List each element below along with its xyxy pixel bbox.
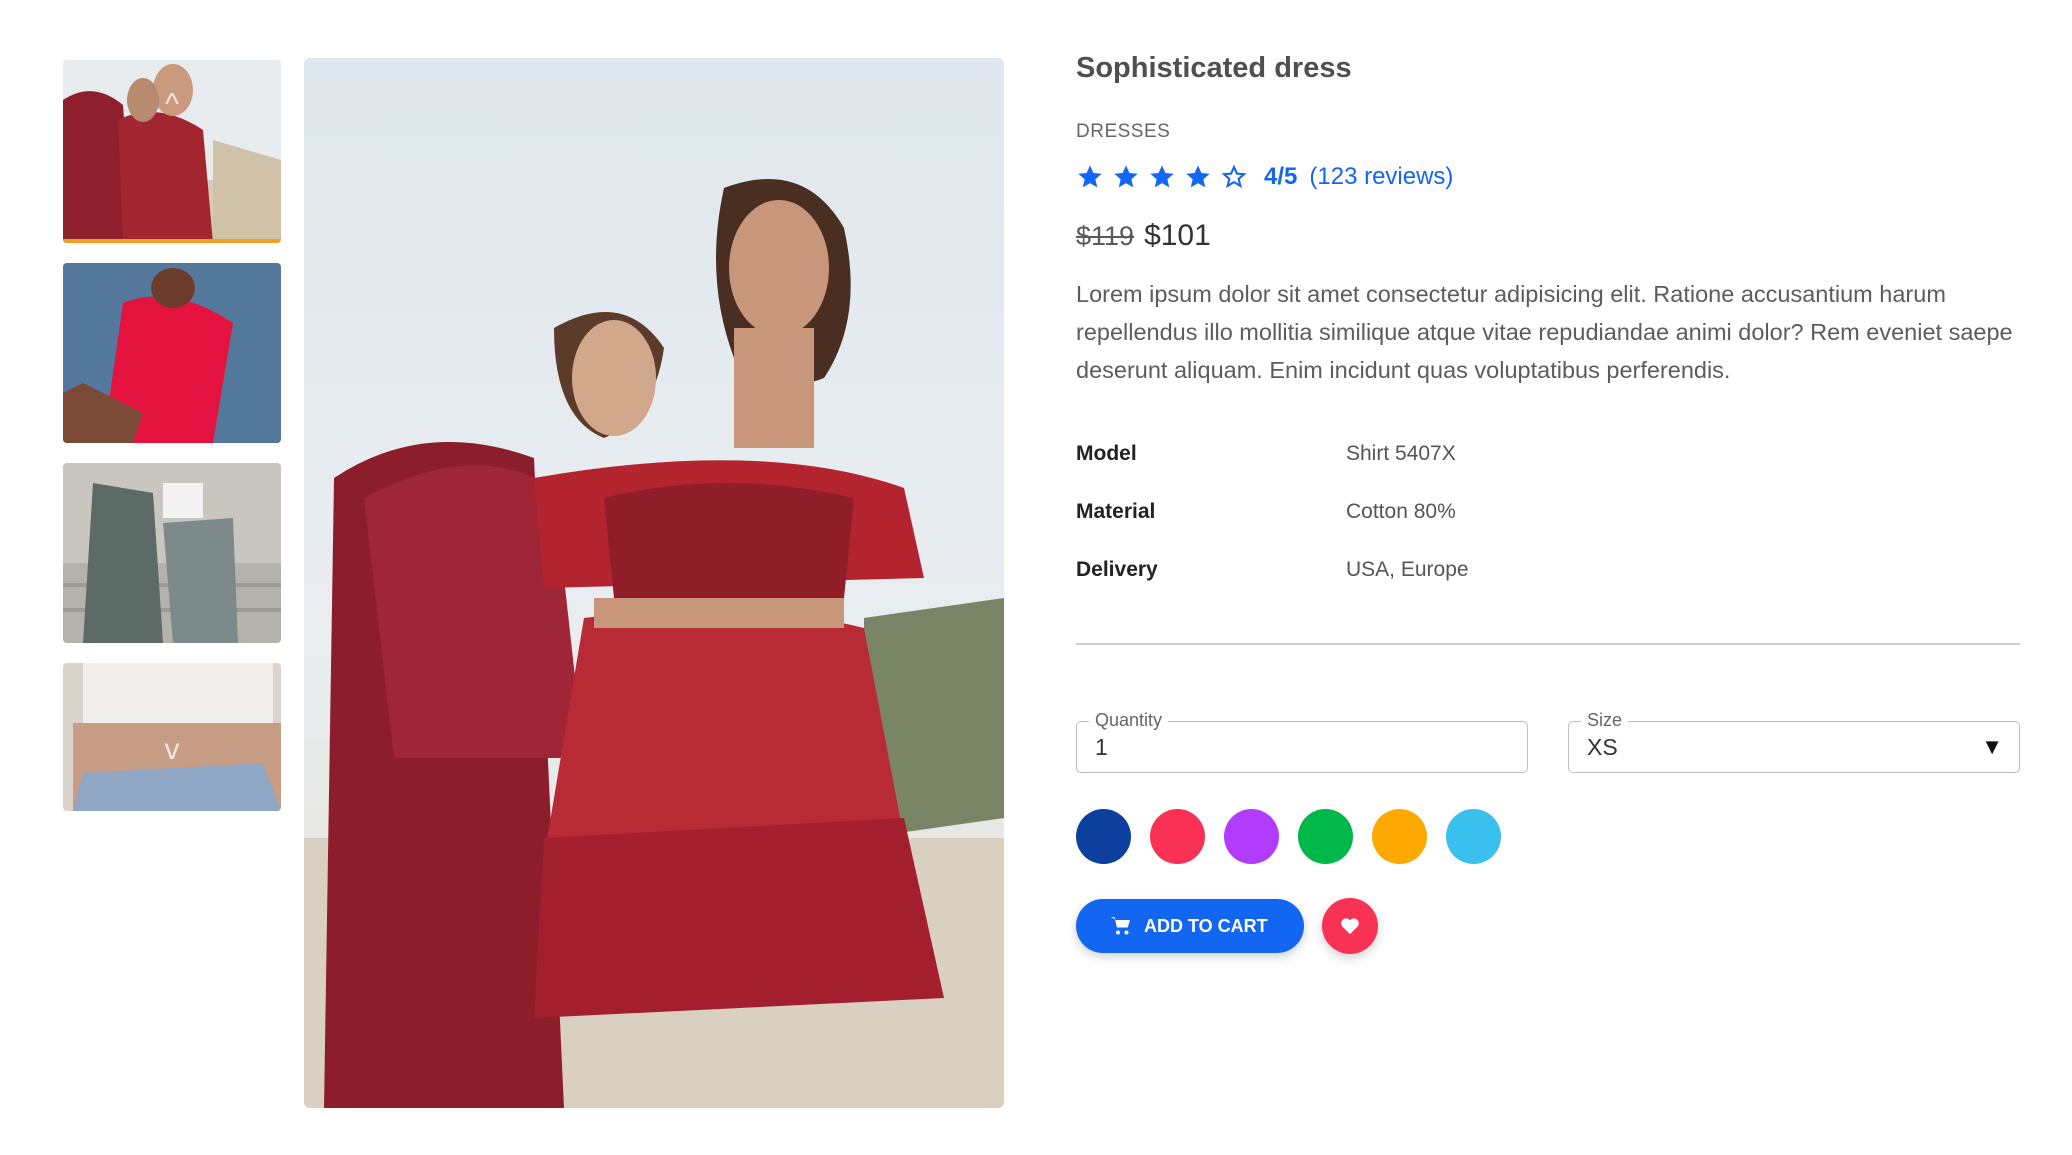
color-swatches (1076, 809, 2020, 864)
product-category: DRESSES (1076, 121, 1171, 142)
spec-value: Cotton 80% (1346, 500, 1456, 523)
rating-score: 4/5 (1264, 163, 1298, 190)
quantity-input[interactable]: 1 (1095, 734, 1108, 761)
color-swatch[interactable] (1372, 809, 1427, 864)
cart-icon (1111, 917, 1130, 935)
spec-row: Material Cotton 80% (1076, 483, 2020, 541)
star-filled-icon[interactable] (1076, 163, 1104, 191)
color-swatch[interactable] (1150, 809, 1205, 864)
spec-row: Model Shirt 5407X (1076, 425, 2020, 483)
thumbnail-image (63, 463, 281, 643)
product-title: Sophisticated dress (1076, 52, 1352, 84)
spec-key: Material (1076, 500, 1156, 523)
spec-value: USA, Europe (1346, 558, 1469, 581)
spec-key: Model (1076, 442, 1137, 465)
color-swatch[interactable] (1224, 809, 1279, 864)
color-swatch[interactable] (1446, 809, 1501, 864)
thumbnail-image (63, 263, 281, 443)
spec-key: Delivery (1076, 558, 1158, 581)
current-price: $101 (1144, 219, 1211, 252)
reviews-count-link[interactable]: (123 reviews) (1309, 163, 1453, 191)
heart-icon (1340, 918, 1359, 935)
size-value[interactable]: XS (1587, 734, 1618, 761)
product-info: Sophisticated dress DRESSES 4/5 (123 rev… (1076, 52, 2020, 954)
thumbnail-gallery: ^ v (63, 60, 281, 831)
actions: ADD TO CART (1076, 898, 2020, 954)
star-filled-icon[interactable] (1184, 163, 1212, 191)
options-form: Quantity 1 Size XS ▼ (1076, 710, 2020, 773)
spec-value: Shirt 5407X (1346, 442, 1456, 465)
star-filled-icon[interactable] (1148, 163, 1176, 191)
divider (1076, 643, 2020, 645)
quantity-field[interactable]: Quantity 1 (1076, 710, 1528, 773)
star-outline-icon[interactable] (1220, 163, 1248, 191)
thumbnail-3[interactable] (63, 463, 281, 643)
price: $119 $101 (1076, 219, 2020, 253)
old-price: $119 (1076, 221, 1135, 251)
thumbnail-1[interactable]: ^ (63, 60, 281, 243)
add-to-cart-button[interactable]: ADD TO CART (1076, 899, 1304, 953)
thumbnail-2[interactable] (63, 263, 281, 443)
spec-row: Delivery USA, Europe (1076, 541, 2020, 599)
color-swatch[interactable] (1076, 809, 1131, 864)
caret-down-icon[interactable]: ▼ (1981, 734, 2003, 760)
product-rating: 4/5 (123 reviews) (1076, 163, 2020, 191)
spec-table: Model Shirt 5407X Material Cotton 80% De… (1076, 425, 2020, 599)
thumbnail-4[interactable]: v (63, 663, 281, 811)
product-description: Lorem ipsum dolor sit amet consectetur a… (1076, 281, 2013, 383)
product-photo (304, 58, 1004, 1108)
size-select[interactable]: Size XS ▼ (1568, 710, 2020, 773)
main-product-image (304, 58, 1004, 1108)
wishlist-button[interactable] (1321, 898, 1378, 954)
size-label: Size (1581, 710, 1629, 731)
color-swatch[interactable] (1298, 809, 1353, 864)
chevron-down-icon[interactable]: v (63, 733, 281, 767)
quantity-label: Quantity (1089, 710, 1169, 731)
star-filled-icon[interactable] (1112, 163, 1140, 191)
chevron-up-icon[interactable]: ^ (63, 88, 281, 122)
add-to-cart-label: ADD TO CART (1144, 915, 1268, 936)
